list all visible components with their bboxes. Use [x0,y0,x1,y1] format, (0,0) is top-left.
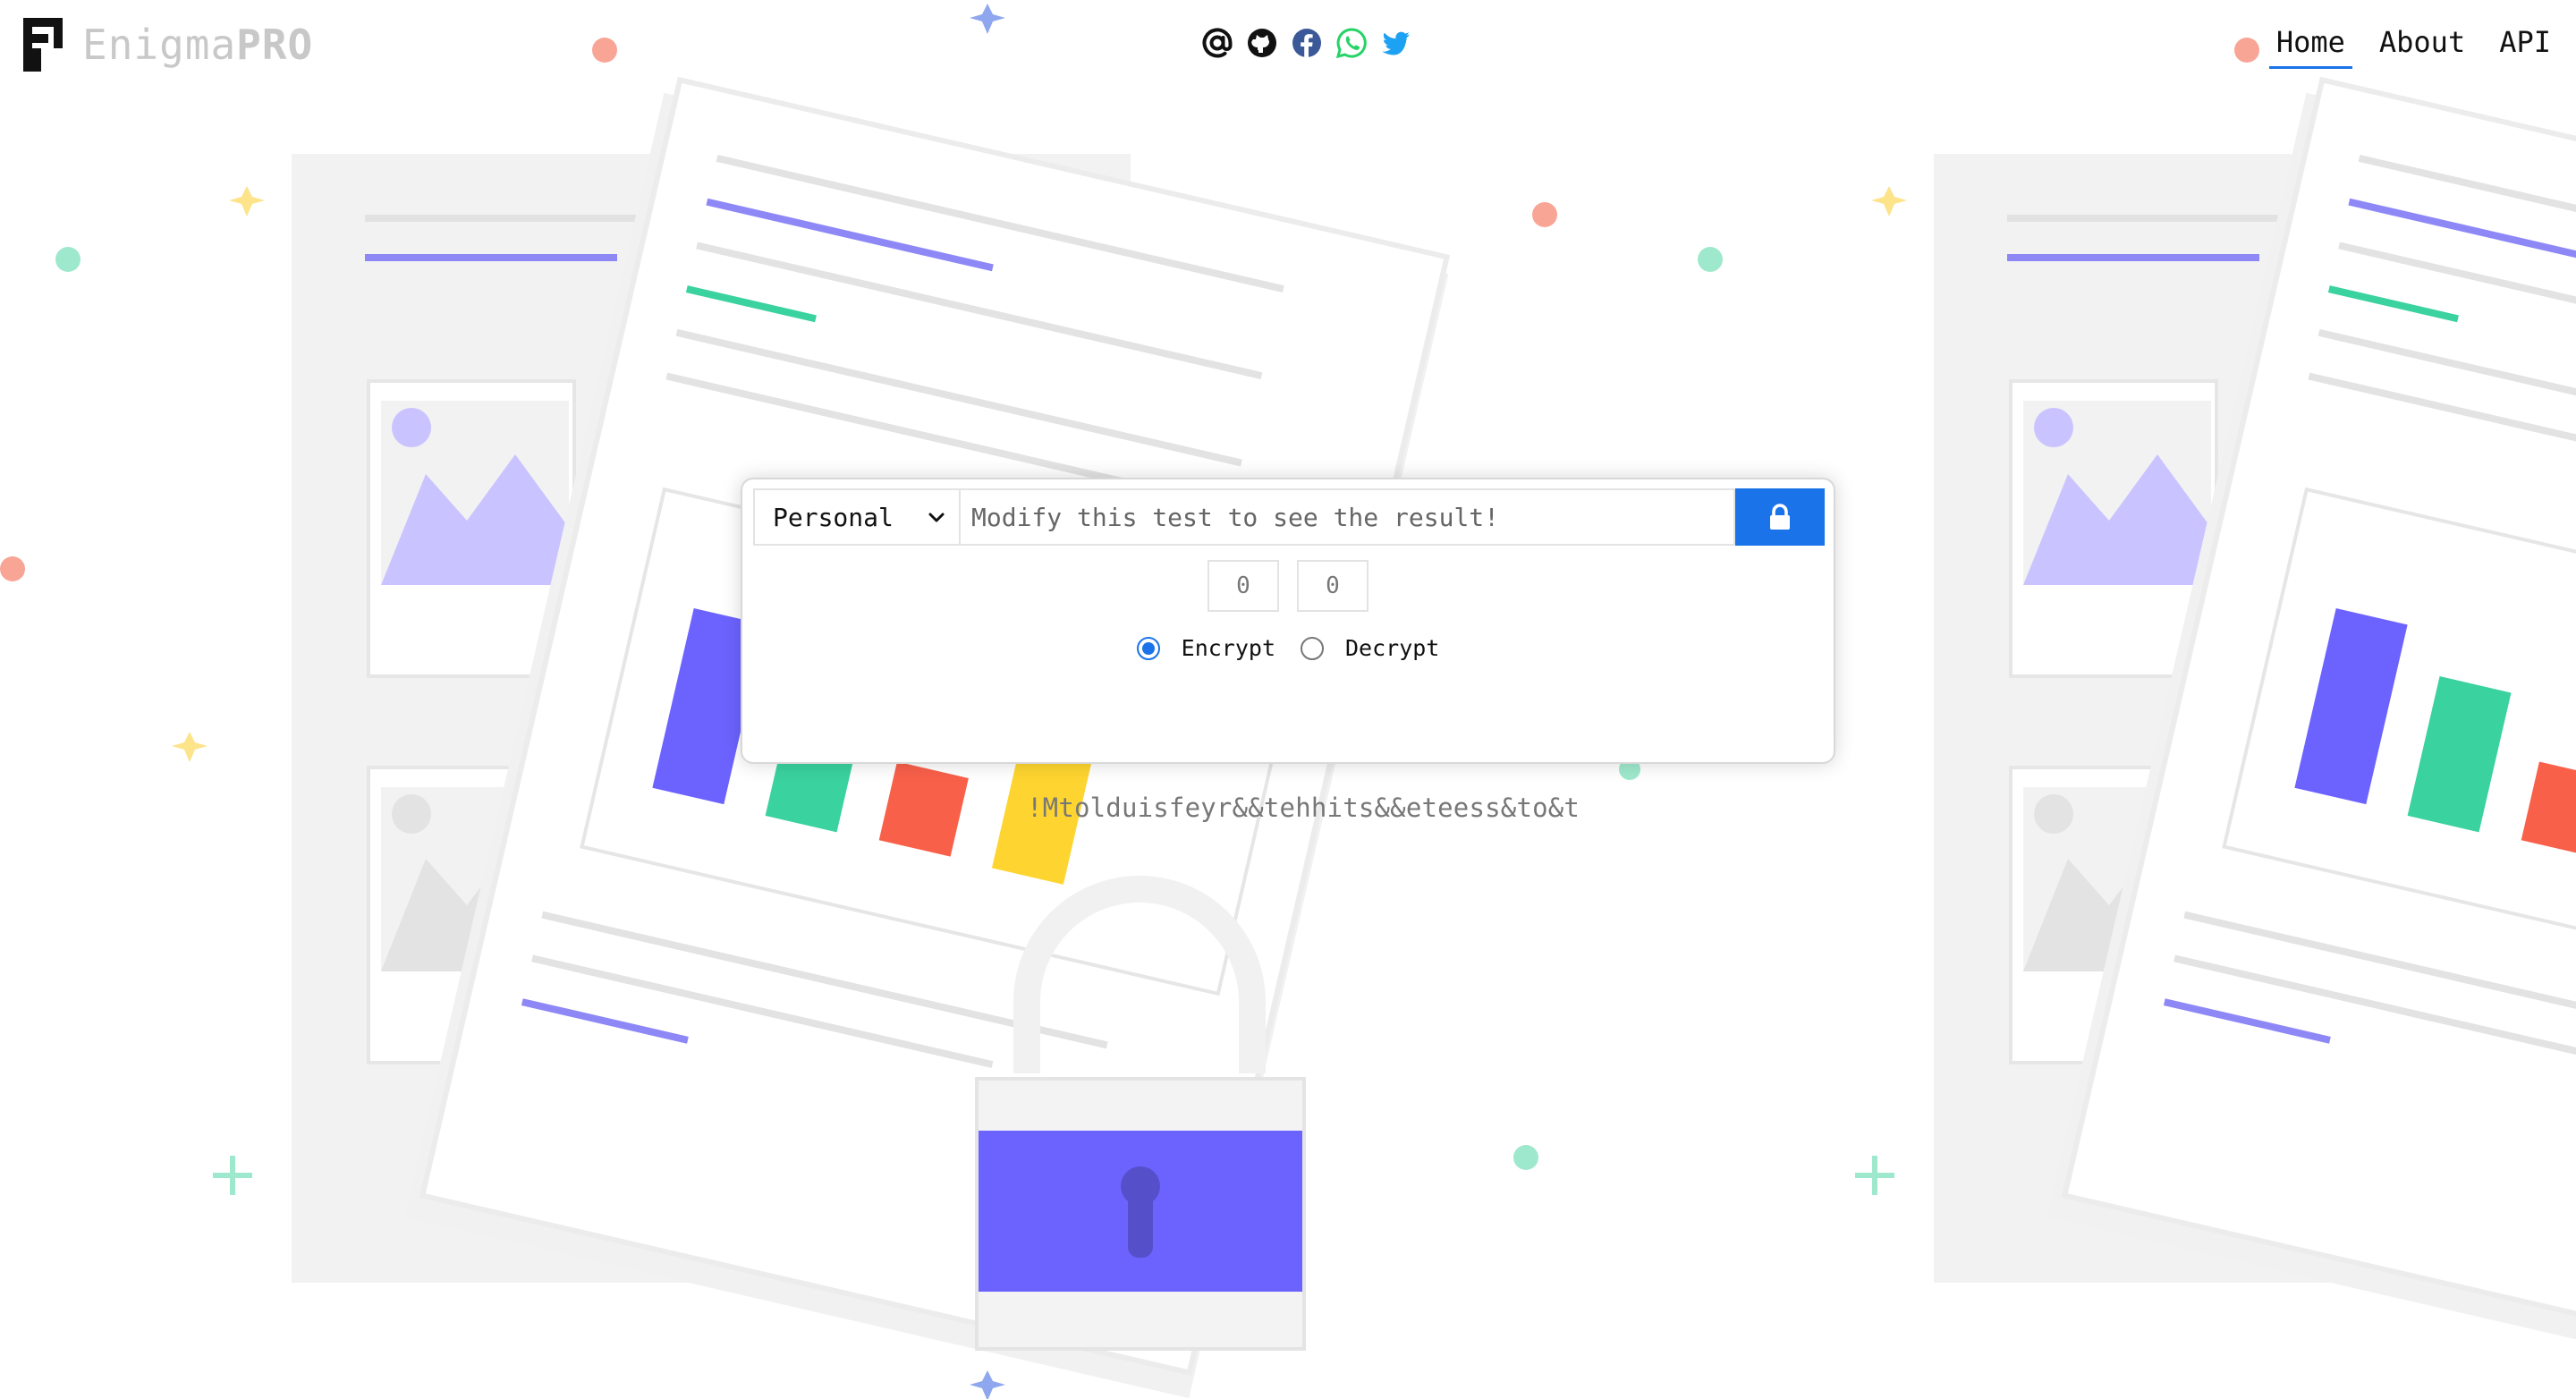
social-links [1201,27,1412,59]
nav-home-link[interactable]: Home [2268,25,2352,69]
brand-name: EnigmaPRO [82,21,314,69]
lock-icon [1770,504,1790,530]
encrypt-radio[interactable]: Encrypt [1136,635,1275,661]
decrypt-radio-label: Decrypt [1345,635,1440,661]
github-icon[interactable] [1246,27,1278,59]
chevron-down-icon [928,513,945,522]
result-text: !Mtolduisfeyr&&tehhits&&eteess&to&t [1027,793,1580,823]
encryptor-card: Personal Modify this test to see the res… [741,478,1835,764]
encrypt-radio-button[interactable] [1136,636,1160,660]
logo-icon [23,18,63,72]
mode-select[interactable]: Personal [753,488,959,546]
decrypt-radio[interactable]: Decrypt [1301,635,1439,661]
brand-suffix: PRO [236,21,314,69]
whatsapp-icon[interactable] [1335,27,1368,59]
main-nav: Home About API [2268,25,2558,69]
email-icon[interactable] [1201,27,1233,59]
message-input[interactable]: Modify this test to see the result! [959,488,1735,546]
top-navbar: EnigmaPRO Home About API [0,0,2576,89]
mode-select-value: Personal [773,502,894,532]
twitter-icon[interactable] [1380,27,1412,59]
counter-left: 0 [1208,560,1279,612]
encryptor-input-row: Personal Modify this test to see the res… [753,488,1825,546]
brand[interactable]: EnigmaPRO [23,16,313,73]
decrypt-radio-button[interactable] [1301,636,1324,660]
mode-radio-group: Encrypt Decrypt [742,635,1834,661]
counters: 0 0 [742,560,1834,612]
counter-right: 0 [1297,560,1368,612]
encrypt-radio-label: Encrypt [1181,635,1275,661]
right-document-illustration [1934,76,2576,1399]
facebook-icon[interactable] [1291,27,1323,59]
encrypt-button[interactable] [1735,488,1825,546]
nav-about-link[interactable]: About [2372,25,2472,69]
nav-api-link[interactable]: API [2492,25,2558,69]
